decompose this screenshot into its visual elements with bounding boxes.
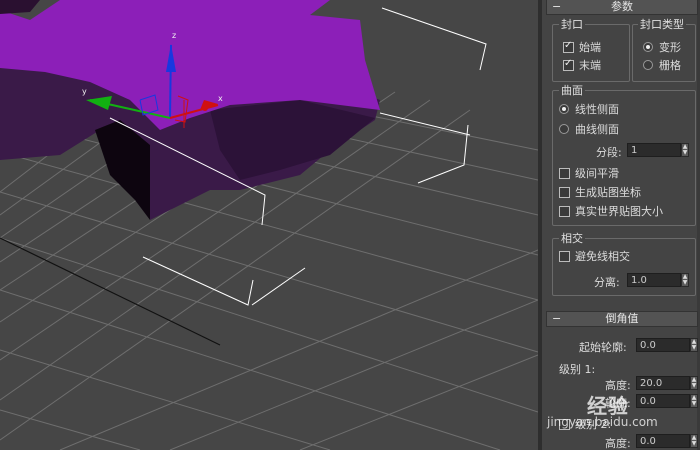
start-outline-label: 起始轮廓: (579, 341, 627, 354)
checkbox-icon (563, 58, 574, 71)
separation-label: 分离: (594, 276, 620, 289)
cap-type-grid-label: 栅格 (659, 59, 681, 72)
gen-mapping-coords-label: 生成贴图坐标 (575, 186, 641, 199)
curved-sides-label: 曲线侧面 (575, 123, 619, 136)
real-world-map-size-checkbox[interactable]: 真实世界贴图大小 (559, 203, 663, 219)
level1-label: 级别 1: (559, 363, 596, 376)
checkbox-icon (559, 205, 570, 217)
command-panel: − 参数 封口 始端 末端 封口类型 变形 栅格 曲面 线性侧面 曲线侧面 分段… (542, 0, 700, 450)
separation-field[interactable]: 1.0 (627, 273, 681, 287)
checkbox-icon (559, 250, 570, 262)
cap-start-checkbox[interactable]: 始端 (563, 39, 601, 55)
checkbox-icon (559, 186, 570, 198)
perspective-viewport[interactable]: z y x (0, 0, 538, 450)
radio-icon (643, 60, 653, 70)
keep-lines-from-crossing-checkbox[interactable]: 避免线相交 (559, 248, 630, 264)
smooth-across-levels-label: 级间平滑 (575, 167, 619, 180)
gizmo-x-handle (202, 105, 208, 111)
separation-spinner[interactable]: 1.0 ▲ ▼ (627, 273, 689, 287)
cap-end-checkbox[interactable]: 末端 (563, 57, 601, 73)
start-outline-spinner[interactable]: 0.0 ▲ ▼ (636, 338, 698, 352)
radio-icon (559, 124, 569, 134)
checkbox-icon (559, 167, 570, 179)
star-bevel-object[interactable] (0, 0, 380, 220)
smooth-across-levels-checkbox[interactable]: 级间平滑 (559, 165, 619, 181)
bevel-values-rollout-title: 倒角值 (605, 312, 639, 325)
real-world-map-size-label: 真实世界贴图大小 (575, 205, 663, 218)
linear-sides-label: 线性侧面 (575, 103, 619, 116)
gizmo-z-label: z (172, 31, 176, 40)
gen-mapping-coords-checkbox[interactable]: 生成贴图坐标 (559, 184, 641, 200)
keep-lines-from-crossing-label: 避免线相交 (575, 250, 630, 263)
surface-group-label: 曲面 (559, 82, 585, 98)
spinner-arrows-icon[interactable]: ▲ ▼ (690, 338, 698, 352)
cap-type-morph-radio[interactable]: 变形 (643, 39, 681, 55)
segments-label: 分段: (596, 146, 622, 159)
intersections-group (552, 238, 696, 296)
checkbox-icon (563, 40, 574, 53)
star-top-highlight (0, 0, 40, 14)
segments-spinner[interactable]: 1 ▲ ▼ (627, 143, 689, 157)
radio-icon (559, 104, 569, 114)
cap-type-group-label: 封口类型 (638, 16, 686, 32)
spinner-arrows-icon[interactable]: ▲ ▼ (681, 143, 689, 157)
segments-field[interactable]: 1 (627, 143, 681, 157)
bevel-values-rollout-header[interactable]: − 倒角值 (546, 311, 698, 327)
grid-axis-line (0, 237, 221, 346)
watermark-sub-text: jingyan.baidu.com (547, 415, 658, 429)
start-outline-field[interactable]: 0.0 (636, 338, 690, 352)
cap-type-grid-radio[interactable]: 栅格 (643, 57, 681, 73)
params-rollout-header[interactable]: − 参数 (546, 0, 698, 15)
cap-start-label: 始端 (579, 41, 601, 54)
cap-end-label: 末端 (579, 59, 601, 72)
gizmo-y-label: y (82, 87, 87, 96)
params-rollout-title: 参数 (611, 0, 633, 13)
viewport-canvas[interactable]: z y x (0, 0, 538, 450)
intersections-group-label: 相交 (559, 230, 585, 246)
gizmo-x-label: x (218, 94, 223, 103)
watermark: 经验 jingyan.baidu.com (547, 385, 695, 445)
spinner-arrows-icon[interactable]: ▲ ▼ (681, 273, 689, 287)
cap-group-label: 封口 (559, 16, 585, 32)
curved-sides-radio[interactable]: 曲线侧面 (559, 121, 619, 137)
radio-icon (643, 42, 653, 52)
linear-sides-radio[interactable]: 线性侧面 (559, 101, 619, 117)
cap-type-morph-label: 变形 (659, 41, 681, 54)
